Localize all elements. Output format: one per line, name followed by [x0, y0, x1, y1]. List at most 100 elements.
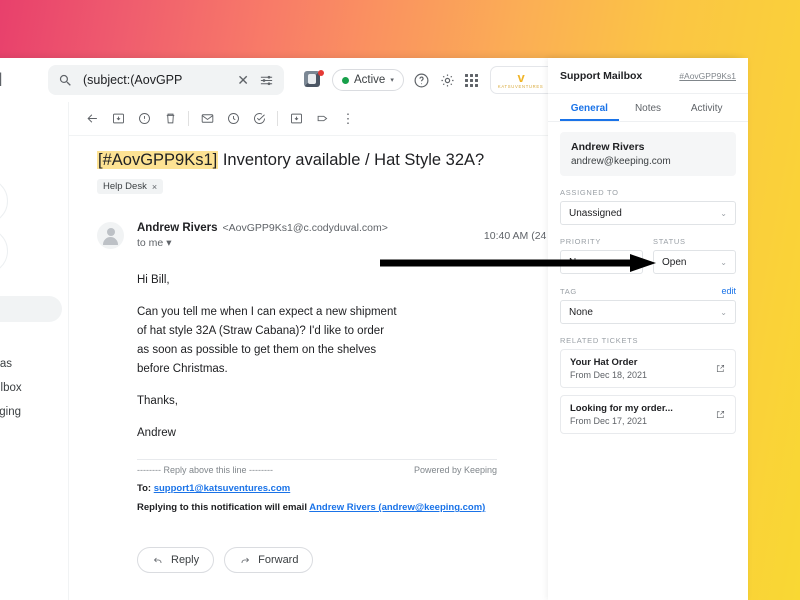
sidebar-circle-item-2[interactable] [0, 228, 8, 274]
clear-search-icon[interactable]: ✕ [237, 72, 249, 89]
assigned-to-select[interactable]: Unassigned ⌄ [560, 201, 736, 225]
brand-logo: ᴠ KATSUVENTURES [498, 71, 544, 89]
report-spam-icon[interactable] [131, 106, 157, 132]
assigned-to-value: Unassigned [569, 207, 622, 219]
related-ticket-item[interactable]: Looking for my order... From Dec 17, 202… [560, 395, 736, 434]
open-in-new-icon[interactable] [715, 409, 726, 420]
mailbox-title: Support Mailbox [560, 69, 643, 82]
notification-badge [318, 69, 324, 76]
status-label: Active [354, 74, 386, 86]
chevron-down-icon: ▾ [390, 77, 394, 84]
related-ticket-title: Your Hat Order [570, 357, 638, 368]
brand-mark-glyph: ᴠ [517, 69, 525, 85]
sidebar-item-mailbox[interactable]: Mailbox [0, 376, 68, 400]
gmail-logo: ail [0, 69, 3, 90]
subject-text: Inventory available / Hat Style 32A? [218, 151, 485, 169]
priority-status-row: PRIORITY None ⌄ STATUS Open ⌄ [560, 225, 736, 274]
ticket-id-link[interactable]: #AovGPP9Ks1 [679, 71, 736, 81]
chevron-down-icon: ⌄ [720, 257, 727, 267]
related-tickets-label: RELATED TICKETS [560, 336, 639, 345]
recipient-text: to me [137, 237, 164, 250]
requester-email-link[interactable]: Andrew Rivers (andrew@keeping.com) [309, 502, 485, 513]
status-select[interactable]: Open ⌄ [653, 250, 736, 274]
compose-button-area[interactable] [0, 108, 68, 174]
related-ticket-text: Your Hat Order From Dec 18, 2021 [570, 357, 647, 380]
support-email-link[interactable]: support1@katsuventures.com [154, 483, 291, 494]
message-signature: -------- Reply above this line -------- … [137, 459, 497, 513]
signature-reply-note: Replying to this notification will email… [137, 502, 497, 513]
label-chip-help-desk[interactable]: Help Desk × [97, 179, 164, 195]
keeping-tabs: General Notes Activity [548, 94, 748, 122]
sidebar-item-selected[interactable]: ed [0, 296, 62, 322]
delete-icon[interactable] [157, 106, 183, 132]
to-label: To: [137, 483, 152, 495]
keeping-side-panel: Support Mailbox #AovGPP9Ks1 General Note… [548, 58, 748, 600]
top-bar-actions: Active ▾ ᴠ KATSUVENTURES [304, 66, 579, 94]
open-in-new-icon[interactable] [715, 363, 726, 374]
reply-button[interactable]: Reply [137, 547, 215, 574]
gear-icon[interactable] [439, 72, 456, 89]
labels-icon[interactable] [309, 106, 335, 132]
brand-name-text: KATSUVENTURES [497, 83, 544, 89]
message-body: Hi Bill, Can you tell me when I can expe… [137, 271, 397, 443]
label-chip-text: Help Desk [103, 181, 147, 193]
signature-top-row: -------- Reply above this line -------- … [137, 459, 497, 475]
tab-general[interactable]: General [560, 94, 619, 121]
sender-email: <AovGPP9Ks1@c.codyduval.com> [222, 222, 388, 235]
tag-select[interactable]: None ⌄ [560, 300, 736, 324]
sender-name: Andrew Rivers [137, 222, 218, 235]
sender-line: Andrew Rivers <AovGPP9Ks1@c.codyduval.co… [137, 222, 484, 234]
search-icon [59, 74, 71, 86]
related-ticket-title: Looking for my order... [570, 403, 673, 414]
tab-activity[interactable]: Activity [677, 94, 736, 121]
tag-header-row: TAG edit [560, 286, 736, 296]
presence-status-pill[interactable]: Active ▾ [332, 69, 404, 91]
priority-label: PRIORITY [560, 237, 602, 246]
snooze-icon[interactable] [220, 106, 246, 132]
search-input[interactable]: (subject:(AovGPP ✕ [48, 65, 284, 95]
priority-select[interactable]: None ⌄ [560, 250, 643, 274]
related-ticket-date: From Dec 17, 2021 [570, 416, 648, 426]
priority-value: None [569, 256, 593, 268]
add-label-button-2[interactable]: + [0, 578, 68, 600]
search-options-icon[interactable] [259, 73, 274, 88]
help-icon[interactable] [413, 72, 430, 89]
remove-label-icon[interactable]: × [152, 182, 157, 192]
contact-email: andrew@keeping.com [571, 156, 671, 167]
google-apps-icon[interactable] [464, 73, 478, 87]
reply-button-label: Reply [171, 554, 200, 567]
toolbar-divider-1 [188, 111, 189, 126]
sender-avatar [97, 222, 124, 250]
toolbar-divider-2 [277, 111, 278, 126]
sidebar-item-staging[interactable]: Staging [0, 400, 68, 424]
chevron-down-icon: ⌄ [627, 257, 634, 267]
body-paragraph-4: Andrew [137, 427, 176, 440]
sidebar-circle-item-1[interactable] [0, 178, 8, 224]
mark-unread-icon[interactable] [194, 106, 220, 132]
body-paragraph-3: Thanks, [137, 395, 178, 408]
body-paragraph-2: Can you tell me when I can expect a new … [137, 306, 397, 376]
add-label-button-1[interactable]: + [0, 552, 68, 578]
forward-arrow-icon [241, 557, 250, 564]
notifications-button[interactable] [304, 69, 324, 90]
back-button[interactable] [79, 106, 105, 132]
sender-details: Andrew Rivers <AovGPP9Ks1@c.codyduval.co… [137, 222, 484, 249]
reply-above-line-text: -------- Reply above this line -------- [137, 465, 274, 476]
status-label: STATUS [653, 237, 686, 246]
add-to-tasks-icon[interactable] [246, 106, 272, 132]
status-dot-icon [342, 76, 349, 84]
more-options-icon[interactable]: ⋮ [335, 106, 361, 132]
forward-button-label: Forward [258, 554, 299, 567]
reply-arrow-icon [153, 557, 162, 564]
forward-button[interactable]: Forward [224, 547, 314, 574]
recipient-dropdown[interactable]: to me ▾ [137, 237, 484, 249]
edit-tags-link[interactable]: edit [721, 286, 736, 296]
sidebar-item-alias[interactable]: l Alias [0, 352, 68, 376]
related-ticket-text: Looking for my order... From Dec 17, 202… [570, 403, 673, 426]
keeping-panel-header: Support Mailbox #AovGPP9Ks1 [548, 58, 748, 94]
sidebar-footer: + + [0, 552, 68, 600]
archive-icon[interactable] [105, 106, 131, 132]
move-to-icon[interactable] [283, 106, 309, 132]
related-ticket-item[interactable]: Your Hat Order From Dec 18, 2021 [560, 349, 736, 388]
tab-notes[interactable]: Notes [619, 94, 678, 121]
